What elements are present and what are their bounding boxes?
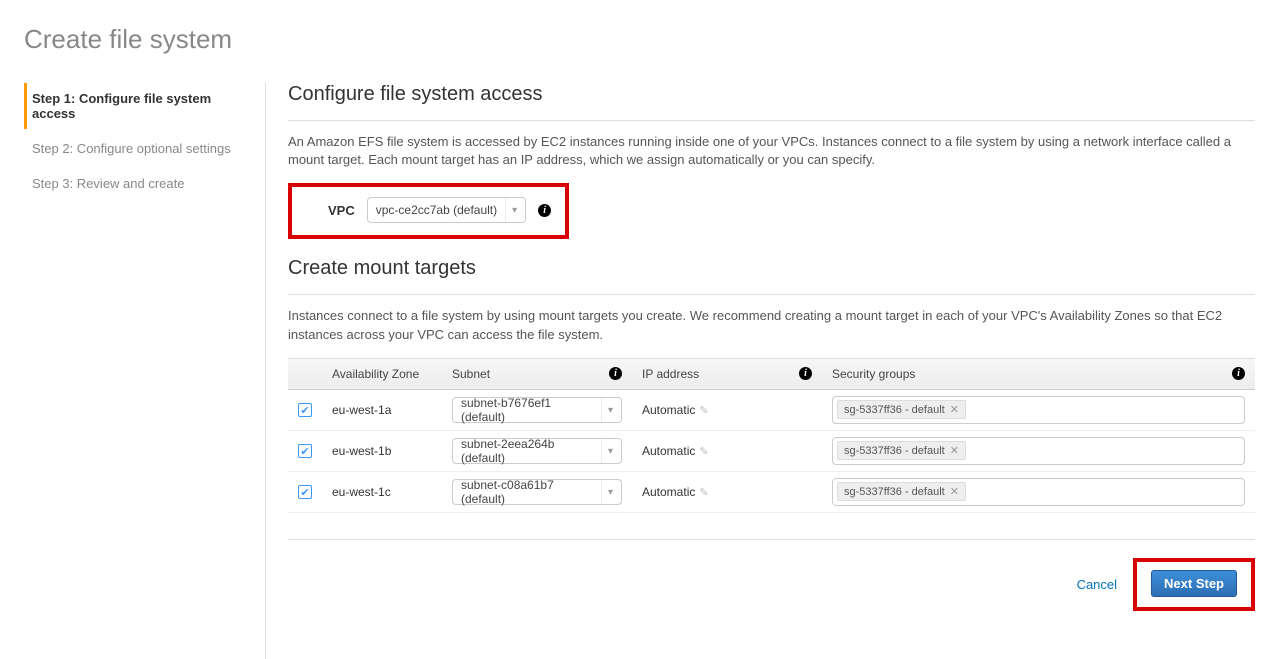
vpc-select[interactable]: vpc-ce2cc7ab (default) ▾ xyxy=(367,197,526,223)
th-subnet: Subnet i xyxy=(442,358,632,389)
pencil-icon[interactable]: ✎ xyxy=(699,487,708,499)
row-checkbox[interactable]: ✔ xyxy=(298,485,312,499)
info-icon[interactable]: i xyxy=(538,204,551,217)
security-groups-input[interactable]: sg-5337ff36 - default✕ xyxy=(832,478,1245,506)
wizard-sidebar: Step 1: Configure file system access Ste… xyxy=(24,83,266,659)
mount-targets-table: Availability Zone Subnet i IP address i … xyxy=(288,358,1255,513)
subnet-select[interactable]: subnet-b7676ef1 (default) ▾ xyxy=(452,397,622,423)
remove-tag-icon[interactable]: ✕ xyxy=(950,444,959,457)
th-sg: Security groups i xyxy=(822,358,1255,389)
chevron-down-icon: ▾ xyxy=(601,398,613,422)
chevron-down-icon: ▾ xyxy=(601,439,613,463)
pencil-icon[interactable]: ✎ xyxy=(699,405,708,417)
info-icon[interactable]: i xyxy=(609,367,622,380)
security-groups-input[interactable]: sg-5337ff36 - default✕ xyxy=(832,437,1245,465)
subnet-select[interactable]: subnet-c08a61b7 (default) ▾ xyxy=(452,479,622,505)
cell-az: eu-west-1a xyxy=(322,389,442,430)
subnet-value: subnet-2eea264b (default) xyxy=(461,437,593,465)
footer-actions: Cancel Next Step xyxy=(288,539,1255,629)
subnet-value: subnet-c08a61b7 (default) xyxy=(461,478,593,506)
info-icon[interactable]: i xyxy=(1232,367,1245,380)
cell-az: eu-west-1c xyxy=(322,471,442,512)
info-icon[interactable]: i xyxy=(799,367,812,380)
th-az: Availability Zone xyxy=(322,358,442,389)
th-ip-label: IP address xyxy=(642,367,699,381)
th-checkbox xyxy=(288,358,322,389)
next-step-button[interactable]: Next Step xyxy=(1151,570,1237,597)
section-desc-mount-targets: Instances connect to a file system by us… xyxy=(288,307,1255,343)
cell-ip[interactable]: Automatic✎ xyxy=(632,471,822,512)
section-title-mount-targets: Create mount targets xyxy=(288,257,1255,286)
cell-az: eu-west-1b xyxy=(322,430,442,471)
th-sg-label: Security groups xyxy=(832,367,915,381)
section-title-configure: Configure file system access xyxy=(288,83,1255,112)
table-row: ✔ eu-west-1b subnet-2eea264b (default) ▾ Aut… xyxy=(288,430,1255,471)
page-title: Create file system xyxy=(24,24,1255,55)
section-desc-configure: An Amazon EFS file system is accessed by… xyxy=(288,133,1255,169)
chevron-down-icon: ▾ xyxy=(601,480,613,504)
chevron-down-icon: ▾ xyxy=(505,198,517,222)
th-subnet-label: Subnet xyxy=(452,367,490,381)
pencil-icon[interactable]: ✎ xyxy=(699,446,708,458)
sidebar-step-3[interactable]: Step 3: Review and create xyxy=(24,168,255,199)
sg-tag: sg-5337ff36 - default✕ xyxy=(837,482,966,501)
row-checkbox[interactable]: ✔ xyxy=(298,444,312,458)
subnet-value: subnet-b7676ef1 (default) xyxy=(461,396,593,424)
remove-tag-icon[interactable]: ✕ xyxy=(950,403,959,416)
vpc-selection-highlight: VPC vpc-ce2cc7ab (default) ▾ i xyxy=(288,183,569,239)
cell-ip[interactable]: Automatic✎ xyxy=(632,430,822,471)
sg-tag: sg-5337ff36 - default✕ xyxy=(837,400,966,419)
sg-tag: sg-5337ff36 - default✕ xyxy=(837,441,966,460)
row-checkbox[interactable]: ✔ xyxy=(298,403,312,417)
main-panel: Configure file system access An Amazon E… xyxy=(266,83,1255,659)
remove-tag-icon[interactable]: ✕ xyxy=(950,485,959,498)
subnet-select[interactable]: subnet-2eea264b (default) ▾ xyxy=(452,438,622,464)
security-groups-input[interactable]: sg-5337ff36 - default✕ xyxy=(832,396,1245,424)
cell-ip[interactable]: Automatic✎ xyxy=(632,389,822,430)
next-step-highlight: Next Step xyxy=(1133,558,1255,611)
table-row: ✔ eu-west-1c subnet-c08a61b7 (default) ▾ Aut… xyxy=(288,471,1255,512)
vpc-label: VPC xyxy=(328,203,355,218)
sidebar-step-1[interactable]: Step 1: Configure file system access xyxy=(24,83,255,129)
table-row: ✔ eu-west-1a subnet-b7676ef1 (default) ▾ Aut… xyxy=(288,389,1255,430)
cancel-button[interactable]: Cancel xyxy=(1077,577,1117,592)
th-ip: IP address i xyxy=(632,358,822,389)
vpc-select-value: vpc-ce2cc7ab (default) xyxy=(376,203,497,217)
sidebar-step-2[interactable]: Step 2: Configure optional settings xyxy=(24,133,255,164)
